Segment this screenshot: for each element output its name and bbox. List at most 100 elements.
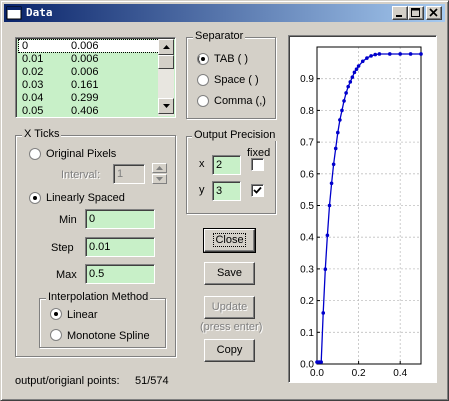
xticks-title: X Ticks [22, 128, 62, 140]
data-point [342, 99, 346, 103]
list-y-value: 0.006 [71, 53, 99, 65]
list-y-value: 0.006 [71, 66, 99, 78]
list-scrollbar[interactable] [158, 39, 174, 116]
plot-svg: 0.00.10.20.30.40.50.60.70.80.90.0 0.2 0.4 [300, 46, 423, 379]
scroll-thumb[interactable] [158, 55, 174, 69]
close-icon [429, 8, 438, 17]
data-point [344, 91, 348, 95]
data-point [348, 80, 353, 84]
list-item[interactable]: 0.03 0.161 [19, 79, 159, 91]
separator-tab-label: TAB ( ) [214, 53, 249, 65]
monotone-spline-label: Monotone Spline [67, 330, 150, 342]
list-item[interactable]: 0.02 0.006 [19, 66, 159, 78]
list-x-value: 0.01 [22, 53, 44, 65]
linearly-spaced-label: Linearly Spaced [46, 192, 125, 204]
interval-label: Interval: [61, 169, 101, 181]
list-item[interactable]: 0.01 0.006 [19, 53, 159, 65]
list-y-value: 0.406 [71, 105, 99, 117]
linear-label: Linear [67, 309, 98, 321]
list-x-value: 0.04 [22, 92, 44, 104]
data-point [336, 130, 340, 135]
separator-comma-radio[interactable] [197, 95, 209, 107]
precision-y-fixed-checkbox[interactable] [251, 184, 264, 197]
checkmark-icon [253, 186, 262, 194]
precision-title: Output Precision [192, 129, 278, 141]
original-pixels-label: Original Pixels [46, 148, 117, 160]
max-input[interactable]: 0.5 [85, 264, 155, 284]
data-point [354, 67, 359, 71]
data-point [408, 52, 413, 56]
y-tick-label: 0.6 [300, 169, 314, 180]
y-tick-label: 0.3 [300, 264, 314, 275]
data-point [340, 108, 344, 113]
x-tick-label: 0.4 [393, 368, 407, 379]
original-pixels-radio[interactable] [29, 148, 41, 160]
list-x-value: 0.05 [22, 105, 44, 117]
maximize-icon [411, 8, 420, 17]
data-list[interactable]: 0 0.006 0.01 0.006 0.02 0.006 0.03 0.161… [15, 37, 176, 118]
spin-down-icon [156, 177, 163, 181]
interval-spin-up[interactable] [152, 163, 167, 173]
list-item[interactable]: 0 0.006 [18, 39, 160, 53]
scroll-down-button[interactable] [158, 98, 174, 114]
max-label: Max [56, 269, 77, 281]
minimize-button[interactable] [392, 6, 408, 20]
data-point [369, 54, 373, 58]
interval-input[interactable]: 1 [113, 164, 145, 184]
separator-space-label: Space ( ) [214, 74, 259, 86]
data-point [338, 118, 342, 122]
x-tick-label: 0.2 [352, 368, 366, 379]
close-window-button[interactable] [426, 6, 442, 20]
monotone-spline-radio[interactable] [50, 329, 62, 341]
precision-x-input[interactable]: 2 [212, 155, 241, 175]
data-curve [317, 53, 421, 363]
title-bar[interactable]: Data [4, 4, 445, 22]
data-point [377, 52, 382, 56]
data-point [388, 52, 392, 56]
update-button[interactable]: Update [204, 296, 255, 319]
list-item[interactable]: 0.04 0.299 [19, 92, 159, 104]
data-point [398, 52, 402, 56]
separator-comma-label: Comma (,) [214, 95, 266, 107]
precision-x-fixed-checkbox[interactable] [251, 158, 264, 171]
close-button[interactable]: Close [203, 228, 256, 253]
points-status-label: output/origianl points: [15, 375, 120, 387]
list-item[interactable]: 0.05 0.406 [19, 105, 159, 117]
min-label: Min [59, 214, 77, 226]
y-tick-label: 0.9 [300, 74, 314, 85]
precision-y-label: y [199, 184, 205, 196]
app-icon [6, 5, 22, 21]
min-input[interactable]: 0 [85, 209, 155, 229]
close-button-label: Close [213, 233, 246, 247]
minimize-icon [396, 15, 402, 17]
precision-y-input[interactable]: 3 [212, 181, 241, 201]
step-input[interactable]: 0.01 [85, 237, 155, 257]
list-y-value: 0.006 [71, 40, 99, 52]
copy-button[interactable]: Copy [204, 339, 255, 362]
data-point [319, 360, 323, 364]
y-tick-label: 0.2 [300, 296, 314, 307]
separator-space-radio[interactable] [197, 74, 209, 86]
data-point [321, 311, 326, 315]
separator-tab-radio[interactable] [197, 53, 209, 65]
data-point [329, 181, 334, 186]
data-point [333, 146, 338, 151]
y-tick-label: 0.8 [300, 106, 314, 117]
step-label: Step [51, 242, 74, 254]
scroll-up-button[interactable] [158, 39, 174, 55]
data-point [327, 203, 332, 208]
data-point [356, 64, 361, 68]
data-point [323, 267, 328, 272]
data-point [346, 84, 350, 89]
precision-x-label: x [199, 158, 205, 170]
interpolation-title: Interpolation Method [46, 291, 151, 303]
linear-radio[interactable] [50, 308, 62, 320]
preview-plot: 0.0 0.1 0.2 0.3 0.4 0.5 0.6 0.7 0.8 0.9 0.0 0.2 0.4 [288, 35, 437, 383]
save-button[interactable]: Save [204, 262, 255, 285]
linearly-spaced-radio[interactable] [29, 192, 41, 204]
interval-spin-down[interactable] [152, 174, 167, 184]
maximize-button[interactable] [408, 6, 424, 20]
update-hint: (press enter) [200, 321, 263, 333]
data-point [365, 56, 369, 60]
data-point [331, 162, 336, 167]
